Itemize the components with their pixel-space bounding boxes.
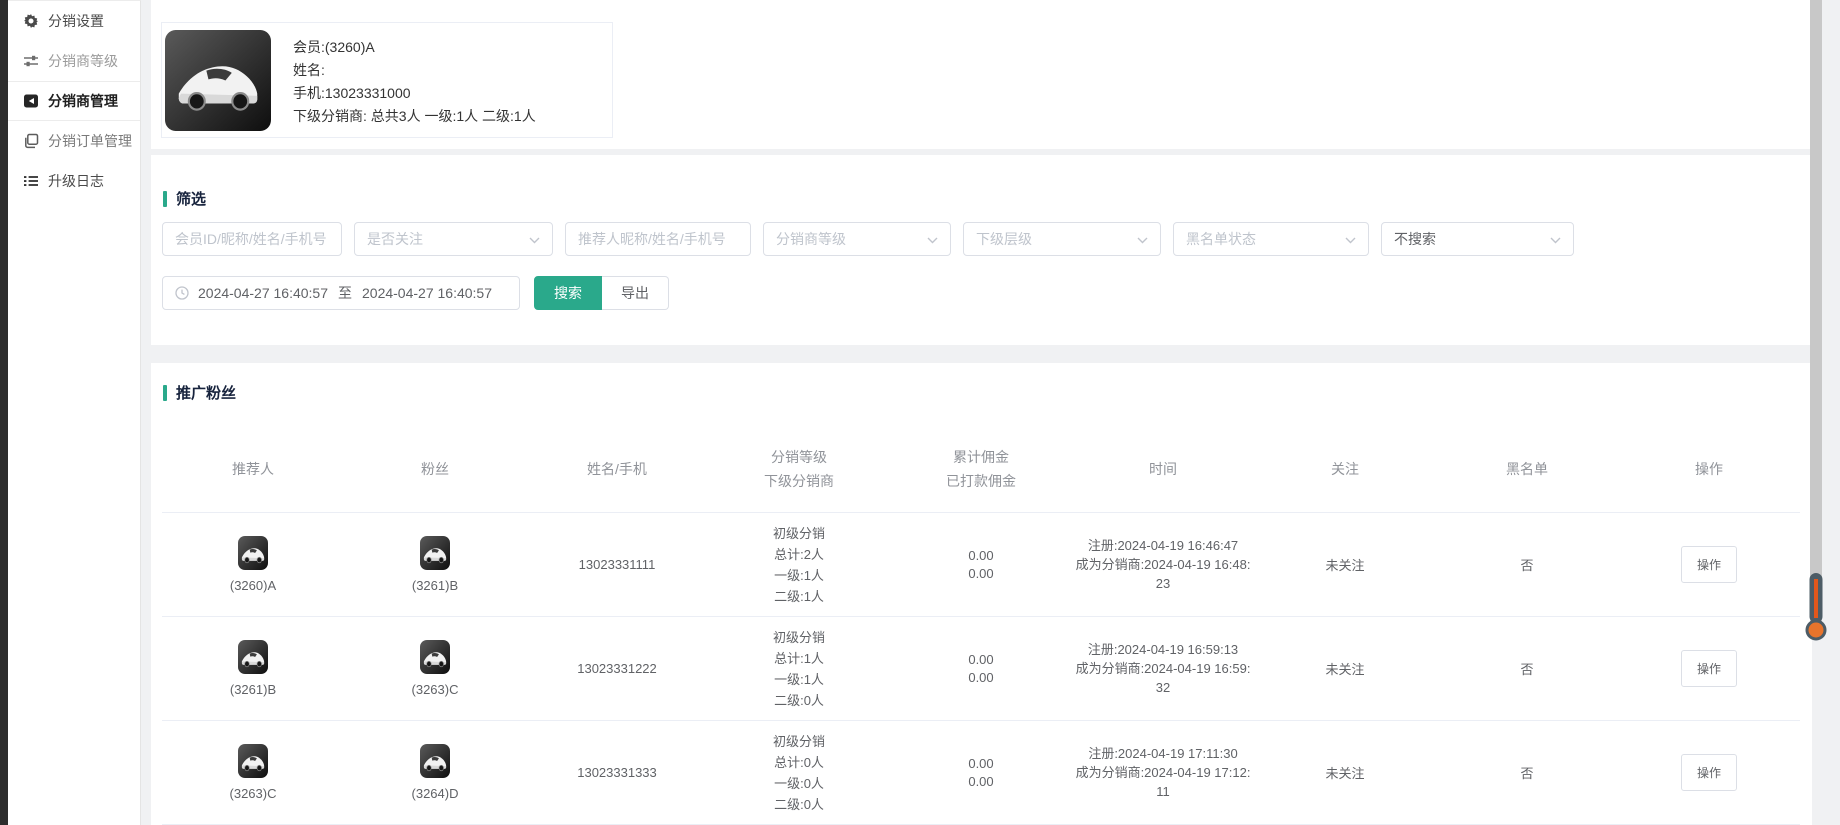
commission-cell: 0.000.00 <box>890 513 1072 616</box>
distributor-level-select[interactable]: 分销商等级 <box>763 222 951 256</box>
accent-bar <box>163 385 167 401</box>
filter-panel: 筛选 是否关注 分销商等级 下级层级 黑名单状态 不搜索 <box>151 155 1812 345</box>
fan-id: (3261)B <box>412 578 458 593</box>
blacklist-status: 否 <box>1436 721 1618 824</box>
fan-phone: 13023331333 <box>526 721 708 824</box>
sidebar-item-distribution-settings[interactable]: 分销设置 <box>8 1 140 41</box>
sidebar-item-order-management[interactable]: 分销订单管理 <box>8 121 140 161</box>
table-row: (3260)A (3261)B 13023331111 初级分销总计:2人一级:… <box>162 513 1800 617</box>
follow-status: 未关注 <box>1254 617 1436 720</box>
list-icon <box>23 173 39 189</box>
col-follow: 关注 <box>1254 457 1436 481</box>
member-card: 会员:(3260)A 姓名: 手机:13023331000 下级分销商: 总共3… <box>161 22 613 138</box>
fan-id: (3263)C <box>412 682 459 697</box>
col-blacklist: 黑名单 <box>1436 457 1618 481</box>
follow-status: 未关注 <box>1254 721 1436 824</box>
referrer-car-avatar <box>238 640 268 674</box>
filter-section-title: 筛选 <box>163 188 1812 209</box>
referrer-keyword-input[interactable] <box>565 222 751 256</box>
member-phone-line: 手机:13023331000 <box>293 82 536 105</box>
fan-car-avatar <box>420 536 450 570</box>
referrer-id: (3260)A <box>230 578 276 593</box>
accent-bar <box>163 191 167 207</box>
chevron-down-icon <box>1345 231 1356 247</box>
chevron-down-icon <box>529 231 540 247</box>
collapsed-dark-rail <box>0 0 8 825</box>
member-id-line: 会员:(3260)A <box>293 36 536 59</box>
sidebar: 分销设置 分销商等级 分销商管理 分销订单管理 升级日志 <box>8 0 141 825</box>
sidebar-item-label: 分销商管理 <box>48 91 118 111</box>
date-end: 2024-04-27 16:40:57 <box>362 285 492 301</box>
row-action-button[interactable]: 操作 <box>1681 546 1737 583</box>
member-name-line: 姓名: <box>293 59 536 82</box>
table-row: (3261)B (3263)C 13023331222 初级分销总计:1人一级:… <box>162 617 1800 721</box>
date-separator: 至 <box>338 283 352 303</box>
table-header-row: 推荐人 粉丝 姓名/手机 分销等级下级分销商 累计佣金已打款佣金 时间 关注 黑… <box>162 425 1800 513</box>
fans-table: 推荐人 粉丝 姓名/手机 分销等级下级分销商 累计佣金已打款佣金 时间 关注 黑… <box>162 425 1800 825</box>
sidebar-item-label: 分销商等级 <box>48 51 118 71</box>
referrer-id: (3263)C <box>230 786 277 801</box>
level-cell: 初级分销总计:2人一级:1人二级:1人 <box>708 513 890 616</box>
referrer-car-avatar <box>238 744 268 778</box>
sidebar-item-distributor-levels[interactable]: 分销商等级 <box>8 41 140 81</box>
sidebar-item-upgrade-log[interactable]: 升级日志 <box>8 161 140 201</box>
fan-phone: 13023331111 <box>526 513 708 616</box>
blacklist-status: 否 <box>1436 513 1618 616</box>
follow-status: 未关注 <box>1254 513 1436 616</box>
date-start: 2024-04-27 16:40:57 <box>198 285 328 301</box>
member-summary-panel: 会员:(3260)A 姓名: 手机:13023331000 下级分销商: 总共3… <box>151 0 1812 149</box>
search-button[interactable]: 搜索 <box>534 276 602 310</box>
vertical-scrollbar[interactable] <box>1810 0 1822 627</box>
copy-pages-icon <box>23 133 39 149</box>
fan-phone: 13023331222 <box>526 617 708 720</box>
referrer-car-avatar <box>238 536 268 570</box>
sidebar-item-label: 分销订单管理 <box>48 131 132 151</box>
commission-cell: 0.000.00 <box>890 617 1072 720</box>
level-cell: 初级分销总计:0人一级:0人二级:0人 <box>708 721 890 824</box>
col-action: 操作 <box>1618 457 1800 481</box>
col-fan: 粉丝 <box>344 457 526 481</box>
time-cell: 注册:2024-04-19 16:59:13成为分销商:2024-04-19 1… <box>1072 617 1254 720</box>
fan-car-avatar <box>420 744 450 778</box>
sidebar-item-label: 升级日志 <box>48 171 104 191</box>
member-car-image <box>165 30 271 131</box>
promotion-fans-panel: 推广粉丝 推荐人 粉丝 姓名/手机 分销等级下级分销商 累计佣金已打款佣金 时间… <box>151 363 1812 825</box>
clock-icon <box>175 286 189 300</box>
col-time: 时间 <box>1072 457 1254 481</box>
col-commission: 累计佣金已打款佣金 <box>890 445 1072 493</box>
member-info: 会员:(3260)A 姓名: 手机:13023331000 下级分销商: 总共3… <box>293 36 536 137</box>
time-cell: 注册:2024-04-19 17:11:30成为分销商:2024-04-19 1… <box>1072 721 1254 824</box>
chevron-down-icon <box>927 231 938 247</box>
row-action-button[interactable]: 操作 <box>1681 754 1737 791</box>
fan-id: (3264)D <box>412 786 459 801</box>
col-referrer: 推荐人 <box>162 457 344 481</box>
thermometer-cursor[interactable] <box>1801 572 1832 642</box>
time-cell: 注册:2024-04-19 16:46:47成为分销商:2024-04-19 1… <box>1072 513 1254 616</box>
sublevel-select[interactable]: 下级层级 <box>963 222 1161 256</box>
gear-icon <box>23 13 39 29</box>
referrer-id: (3261)B <box>230 682 276 697</box>
col-level: 分销等级下级分销商 <box>708 445 890 493</box>
sidebar-item-distributor-management[interactable]: 分销商管理 <box>8 81 140 121</box>
table-row: (3263)C (3264)D 13023331333 初级分销总计:0人一级:… <box>162 721 1800 825</box>
commission-cell: 0.000.00 <box>890 721 1072 824</box>
chevron-down-icon <box>1550 231 1561 247</box>
blacklist-status-select[interactable]: 黑名单状态 <box>1173 222 1369 256</box>
blacklist-status: 否 <box>1436 617 1618 720</box>
share-icon <box>23 93 39 109</box>
sidebar-item-label: 分销设置 <box>48 11 104 31</box>
col-name-phone: 姓名/手机 <box>526 457 708 481</box>
follow-status-select[interactable]: 是否关注 <box>354 222 553 256</box>
date-range-picker[interactable]: 2024-04-27 16:40:57 至 2024-04-27 16:40:5… <box>162 276 520 310</box>
member-keyword-input[interactable] <box>162 222 342 256</box>
member-subdistributor-line: 下级分销商: 总共3人 一级:1人 二级:1人 <box>293 105 536 128</box>
sliders-icon <box>23 53 39 69</box>
chevron-down-icon <box>1137 231 1148 247</box>
search-mode-select[interactable]: 不搜索 <box>1381 222 1574 256</box>
fans-section-title: 推广粉丝 <box>163 382 1812 403</box>
export-button[interactable]: 导出 <box>602 276 669 310</box>
fan-car-avatar <box>420 640 450 674</box>
level-cell: 初级分销总计:1人一级:1人二级:0人 <box>708 617 890 720</box>
row-action-button[interactable]: 操作 <box>1681 650 1737 687</box>
